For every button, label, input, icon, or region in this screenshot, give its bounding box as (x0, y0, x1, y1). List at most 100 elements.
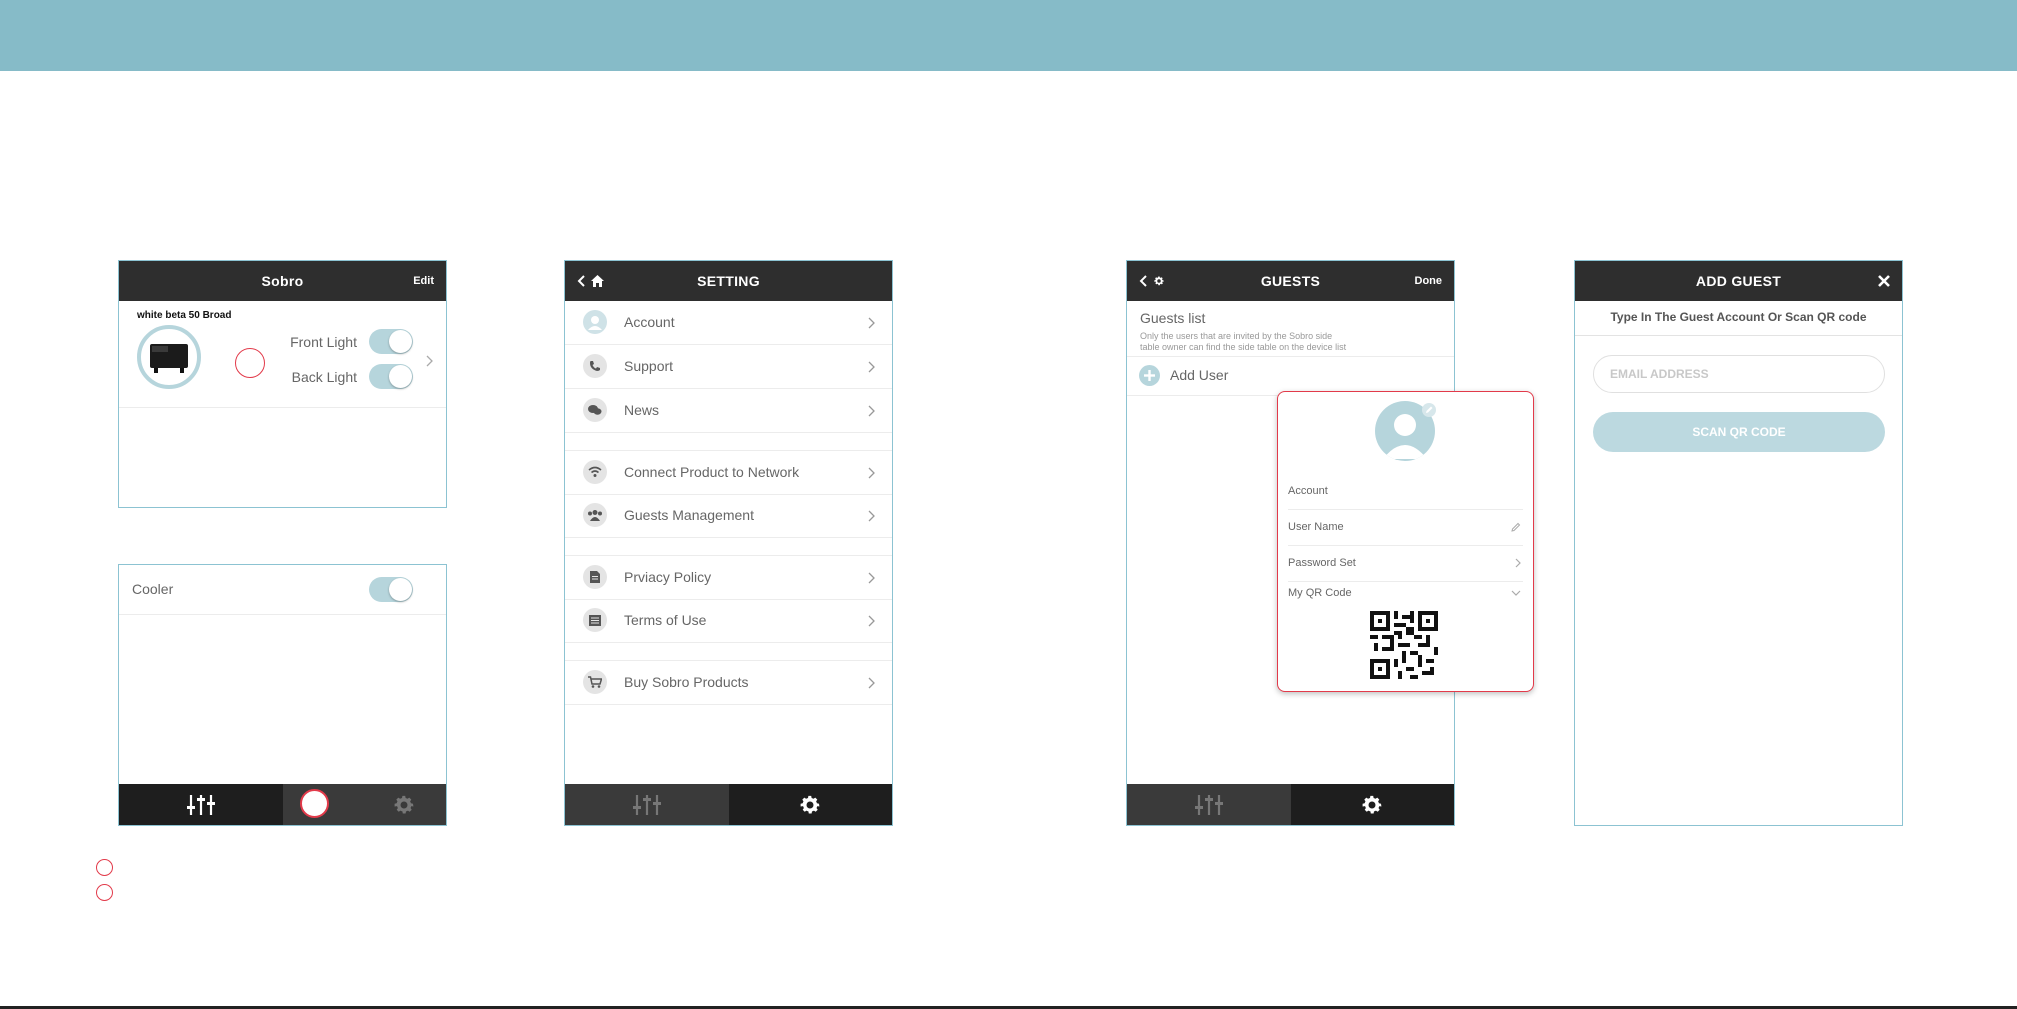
gear-icon (394, 795, 414, 813)
settings-item-privacy[interactable]: Prviacy Policy (565, 555, 892, 600)
guests-header: GUESTS Done (1127, 261, 1454, 301)
profile-user-name[interactable]: User Name (1288, 509, 1523, 546)
chat-icon (583, 398, 607, 422)
qr-code-label: My QR Code (1288, 587, 1352, 599)
settings-item-label: Account (624, 314, 675, 330)
front-light-label: Front Light (290, 334, 357, 350)
scan-qr-label: SCAN QR CODE (1692, 425, 1786, 439)
user-name-label: User Name (1288, 521, 1344, 533)
cooler-toggle[interactable] (369, 577, 413, 602)
qr-code-image (1370, 611, 1438, 679)
header-title: ADD GUEST (1695, 273, 1782, 289)
annotation-marker (235, 348, 265, 378)
setting-header: SETTING (565, 261, 892, 301)
edit-avatar-icon[interactable] (1422, 403, 1436, 417)
guests-list-title: Guests list (1140, 310, 1206, 326)
cooler-screen: Cooler (118, 564, 447, 826)
phone-icon (583, 354, 607, 378)
gear-icon (1362, 795, 1382, 813)
pencil-icon (1511, 522, 1521, 532)
add-user-button[interactable]: Add User (1139, 363, 1228, 387)
settings-item-account[interactable]: Account (565, 301, 892, 345)
chevron-right-icon (868, 405, 875, 417)
setting-screen: SETTING Account Support News Connect Pro… (564, 260, 893, 826)
tab-settings[interactable] (728, 784, 892, 825)
done-button[interactable]: Done (1415, 261, 1443, 301)
scan-qr-button[interactable]: SCAN QR CODE (1593, 412, 1885, 452)
chevron-right-icon (868, 510, 875, 522)
tab-controls[interactable] (1127, 784, 1291, 825)
divider (1575, 335, 1902, 336)
divider (119, 407, 446, 408)
back-light-toggle[interactable] (369, 364, 413, 389)
settings-item-support[interactable]: Support (565, 345, 892, 389)
divider (119, 614, 446, 615)
chevron-right-icon (868, 572, 875, 584)
document-icon (583, 565, 607, 589)
wifi-icon (583, 460, 607, 484)
settings-item-label: Guests Management (624, 507, 754, 523)
tab-bar (1127, 784, 1454, 825)
settings-item-news[interactable]: News (565, 389, 892, 433)
settings-item-label: Buy Sobro Products (624, 674, 749, 690)
tab-settings[interactable] (1290, 784, 1454, 825)
close-icon[interactable] (1878, 275, 1890, 287)
device-screen: Sobro Edit white beta 50 Broad Front Lig… (118, 260, 447, 508)
profile-account: Account (1288, 473, 1523, 510)
cooler-label: Cooler (132, 581, 174, 597)
sliders-icon (1194, 794, 1223, 815)
profile-qr-row[interactable]: My QR Code (1288, 581, 1523, 605)
profile-card: Account User Name Password Set My QR Cod… (1277, 391, 1534, 692)
chevron-right-icon (868, 615, 875, 627)
add-guest-header: ADD GUEST (1575, 261, 1902, 301)
tab-controls[interactable] (119, 784, 283, 825)
top-banner (0, 0, 2017, 71)
settings-item-label: Terms of Use (624, 612, 707, 628)
legend-marker-1 (96, 859, 113, 876)
gear-icon (800, 795, 820, 813)
settings-item-buy[interactable]: Buy Sobro Products (565, 660, 892, 705)
tab-settings[interactable] (282, 784, 446, 825)
divider (1127, 356, 1454, 357)
list-icon (583, 608, 607, 632)
device-header: Sobro Edit (119, 261, 446, 301)
tab-bar (119, 784, 446, 825)
chevron-down-icon (1511, 590, 1521, 596)
chevron-right-icon (1515, 558, 1521, 568)
sliders-icon (632, 794, 661, 815)
settings-item-label: Connect Product to Network (624, 464, 800, 480)
tab-bar (565, 784, 892, 825)
settings-item-label: News (624, 402, 660, 418)
settings-item-label: Prviacy Policy (624, 569, 712, 585)
settings-item-label: Support (624, 358, 674, 374)
email-field[interactable]: EMAIL ADDRESS (1593, 355, 1885, 393)
front-light-toggle[interactable] (369, 329, 413, 354)
user-icon (583, 310, 607, 334)
chevron-right-icon[interactable] (426, 355, 434, 367)
chevron-right-icon (868, 677, 875, 689)
profile-password-set[interactable]: Password Set (1288, 545, 1523, 582)
settings-item-guests[interactable]: Guests Management (565, 494, 892, 538)
header-title: Sobro (261, 273, 304, 289)
password-set-label: Password Set (1288, 557, 1356, 569)
device-image-icon (150, 344, 188, 373)
chevron-right-icon (868, 317, 875, 329)
device-avatar (137, 325, 201, 389)
add-guest-instruction: Type In The Guest Account Or Scan QR cod… (1610, 310, 1867, 324)
device-name: white beta 50 Broad (137, 310, 232, 321)
guests-list-desc-1: Only the users that are invited by the S… (1140, 331, 1333, 341)
legend-marker-2 (96, 884, 113, 901)
sliders-icon (186, 794, 215, 815)
add-user-label: Add User (1170, 367, 1229, 383)
back-light-label: Back Light (291, 369, 357, 385)
header-title: GUESTS (1260, 273, 1321, 289)
settings-item-connect[interactable]: Connect Product to Network (565, 450, 892, 495)
users-icon (583, 503, 607, 527)
edit-button[interactable]: Edit (413, 261, 434, 301)
guests-list-desc-2: table owner can find the side table on t… (1140, 342, 1347, 352)
tab-controls[interactable] (565, 784, 729, 825)
annotation-marker (299, 789, 329, 818)
chevron-right-icon (868, 361, 875, 373)
settings-item-terms[interactable]: Terms of Use (565, 599, 892, 643)
add-guest-screen: ADD GUEST Type In The Guest Account Or S… (1574, 260, 1903, 826)
